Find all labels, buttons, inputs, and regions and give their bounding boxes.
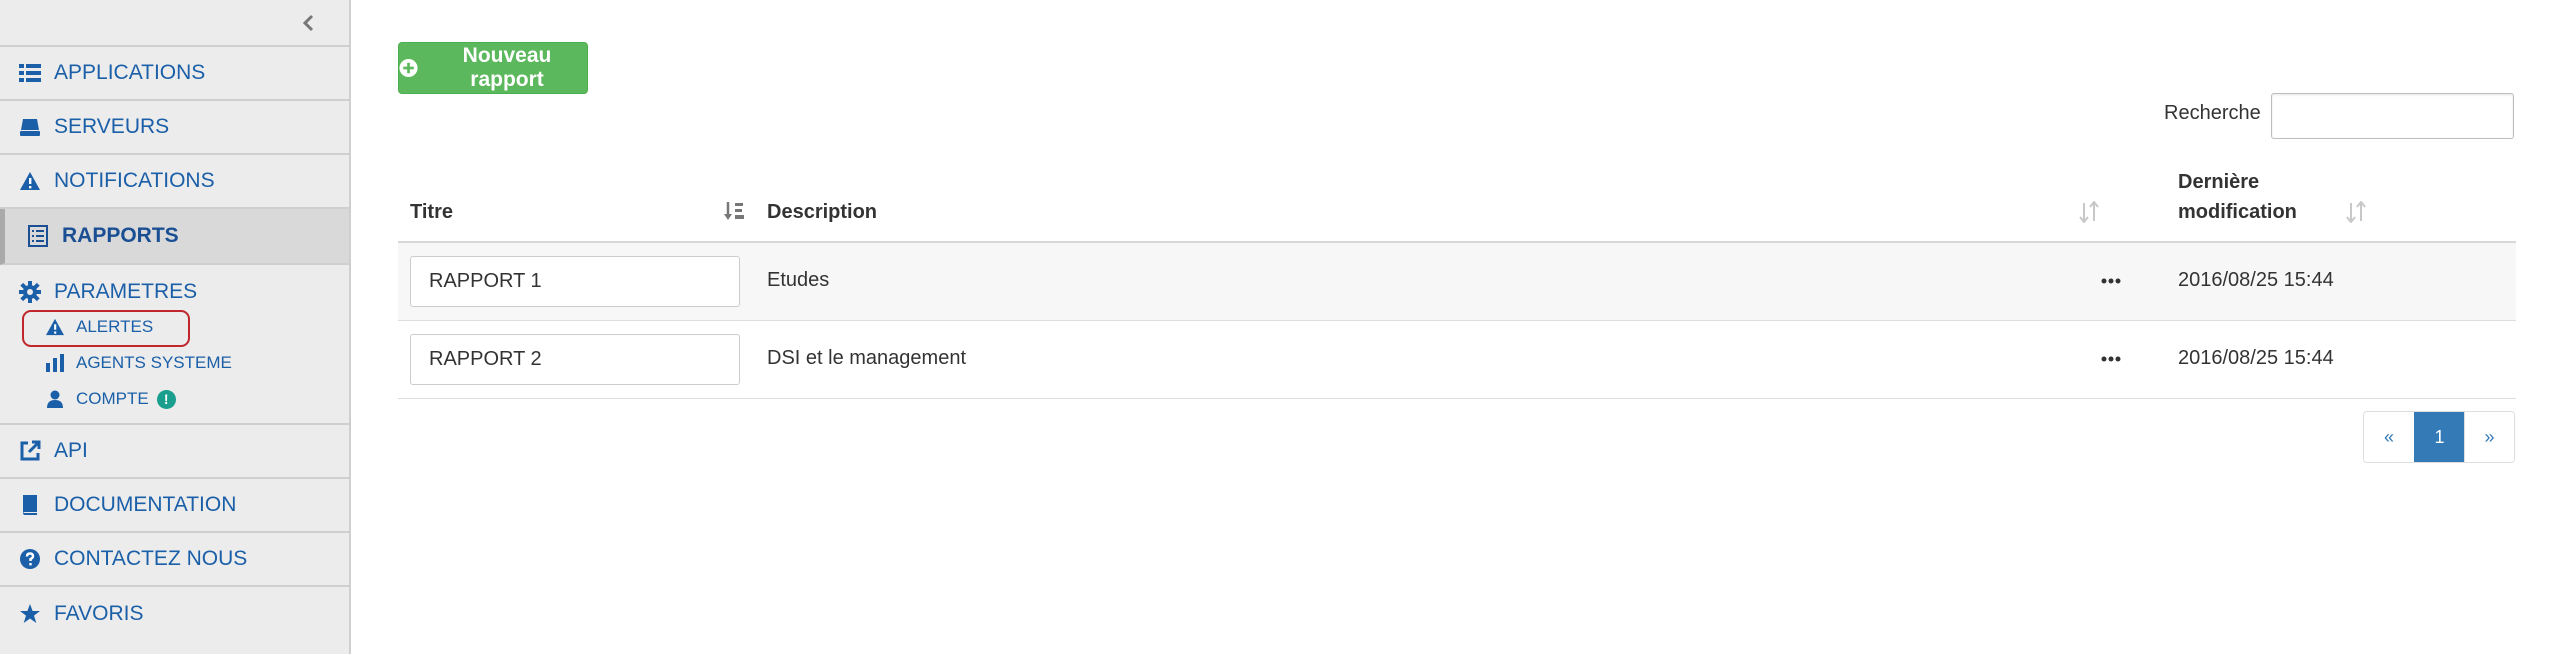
main-content: Nouveau rapport Recherche Titre Descript… xyxy=(353,0,2560,654)
plus-circle-icon xyxy=(399,58,418,78)
sort-icon[interactable] xyxy=(2079,201,2099,223)
bar-chart-icon xyxy=(44,352,66,374)
pagination-prev[interactable]: « xyxy=(2364,412,2414,462)
sidebar-subitem-agents-systeme[interactable]: AGENTS SYSTEME xyxy=(0,345,349,381)
sidebar-item-rapports[interactable]: RAPPORTS xyxy=(0,209,349,265)
sidebar-collapse-row xyxy=(0,0,349,47)
list-icon xyxy=(18,61,42,85)
new-report-label: Nouveau rapport xyxy=(462,44,552,91)
book-icon xyxy=(18,493,42,517)
more-options-icon[interactable] xyxy=(2100,347,2122,371)
more-options-icon[interactable] xyxy=(2100,269,2122,293)
account-alert-badge: ! xyxy=(156,389,176,409)
chevron-left-icon xyxy=(302,14,314,32)
report-modified: 2016/08/25 15:44 xyxy=(2178,269,2334,291)
pagination: « 1 » xyxy=(2363,411,2515,463)
report-description: Etudes xyxy=(767,269,830,291)
sidebar-subitem-alertes[interactable]: ALERTES xyxy=(0,309,349,347)
external-link-icon xyxy=(18,439,42,463)
report-title-input[interactable] xyxy=(410,256,740,307)
sidebar-item-notifications[interactable]: NOTIFICATIONS xyxy=(0,155,349,209)
report-icon xyxy=(26,224,50,248)
sidebar-item-contactez-nous[interactable]: CONTACTEZ NOUS xyxy=(0,533,349,587)
new-report-button[interactable]: Nouveau rapport xyxy=(398,42,588,94)
sidebar-item-label: PARAMETRES xyxy=(54,280,198,303)
sidebar-item-favoris[interactable]: FAVORIS xyxy=(0,587,349,641)
sidebar-subitem-label: ALERTES xyxy=(76,317,154,336)
sidebar-item-label: SERVEURS xyxy=(54,115,170,138)
sidebar-group-parametres: PARAMETRES ALERTES AGENTS SYSTEME COMPTE… xyxy=(0,265,349,425)
sidebar-item-parametres[interactable]: PARAMETRES xyxy=(0,275,349,309)
pagination-next[interactable]: » xyxy=(2464,412,2514,462)
sort-icon[interactable] xyxy=(2346,201,2366,223)
report-title-input[interactable] xyxy=(410,334,740,385)
collapse-sidebar-button[interactable] xyxy=(293,8,323,38)
question-icon xyxy=(18,547,42,571)
report-modified: 2016/08/25 15:44 xyxy=(2178,347,2334,369)
reports-table: Titre Description Dernière modification … xyxy=(398,165,2516,399)
table-header: Titre Description Dernière modification xyxy=(398,165,2516,243)
sidebar-item-documentation[interactable]: DOCUMENTATION xyxy=(0,479,349,533)
gear-icon xyxy=(18,280,42,304)
sort-desc-icon[interactable] xyxy=(723,201,745,223)
user-icon xyxy=(44,388,66,410)
table-row: Etudes 2016/08/25 15:44 xyxy=(398,243,2516,321)
search-label: Recherche xyxy=(2164,102,2261,124)
header-title: Titre xyxy=(410,201,453,223)
sidebar-item-label: API xyxy=(54,439,88,462)
sidebar-subitem-compte[interactable]: COMPTE ! xyxy=(0,381,349,417)
sidebar-item-label: APPLICATIONS xyxy=(54,61,206,84)
header-modified-line2: modification xyxy=(2178,201,2297,223)
report-description: DSI et le management xyxy=(767,347,966,369)
sidebar-item-label: NOTIFICATIONS xyxy=(54,169,215,192)
sidebar-item-label: FAVORIS xyxy=(54,602,144,625)
warning-icon xyxy=(18,169,42,193)
header-modified-line1: Dernière xyxy=(2178,171,2260,193)
star-icon xyxy=(18,602,42,626)
server-icon xyxy=(18,115,42,139)
sidebar-subitem-label: COMPTE xyxy=(76,389,149,408)
search-input[interactable] xyxy=(2271,93,2514,139)
sidebar-item-label: RAPPORTS xyxy=(62,224,179,247)
pagination-page-current[interactable]: 1 xyxy=(2414,412,2464,462)
sidebar-subitem-label: AGENTS SYSTEME xyxy=(76,353,232,372)
sidebar-item-api[interactable]: API xyxy=(0,425,349,479)
warning-icon xyxy=(44,316,66,338)
header-description: Description xyxy=(767,201,878,223)
header-modified: Dernière modification xyxy=(2178,167,2297,227)
sidebar-item-applications[interactable]: APPLICATIONS xyxy=(0,47,349,101)
sidebar-item-serveurs[interactable]: SERVEURS xyxy=(0,101,349,155)
sidebar-item-label: CONTACTEZ NOUS xyxy=(54,547,248,570)
sidebar: APPLICATIONS SERVEURS NOTIFICATIONS RAPP… xyxy=(0,0,351,654)
table-row: DSI et le management 2016/08/25 15:44 xyxy=(398,321,2516,399)
sidebar-item-label: DOCUMENTATION xyxy=(54,493,237,516)
